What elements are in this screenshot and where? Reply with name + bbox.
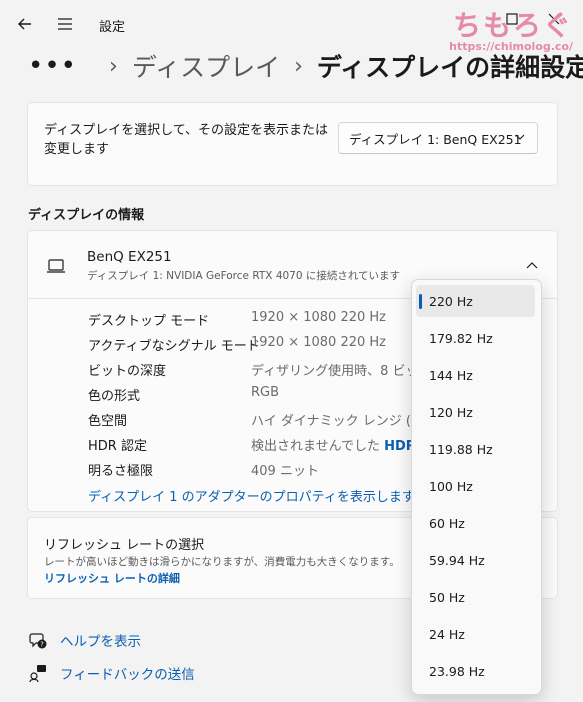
property-value: 検出されませんでした HDR 認 xyxy=(251,435,433,454)
option-label: 220 Hz xyxy=(429,293,473,309)
back-arrow-icon[interactable] xyxy=(15,14,35,34)
svg-text:?: ? xyxy=(40,641,44,649)
laptop-icon xyxy=(47,259,65,273)
option-label: 50 Hz xyxy=(429,589,465,605)
property-label: 色の形式 xyxy=(88,389,141,404)
property-value: RGB xyxy=(251,385,280,400)
refresh-rate-option[interactable]: 23.98 Hz xyxy=(416,655,535,687)
display-select-dropdown[interactable]: ディスプレイ 1: BenQ EX251 xyxy=(338,122,538,154)
property-value: 409 ニット xyxy=(251,464,319,479)
monitor-subtitle: ディスプレイ 1: NVIDIA GeForce RTX 4070 に接続されて… xyxy=(87,270,401,282)
option-label: 119.88 Hz xyxy=(429,441,493,457)
hamburger-menu-icon[interactable] xyxy=(55,14,75,34)
breadcrumb-display[interactable]: ディスプレイ xyxy=(132,48,280,84)
refresh-rate-option[interactable]: 24 Hz xyxy=(416,618,535,650)
refresh-rate-option[interactable]: 60 Hz xyxy=(416,507,535,539)
chevron-right-icon: › xyxy=(109,53,118,79)
selection-indicator xyxy=(419,294,422,309)
refresh-rate-menu: 220 Hz 179.82 Hz 144 Hz 120 Hz 119.88 Hz… xyxy=(411,279,542,695)
refresh-rate-option[interactable]: 50 Hz xyxy=(416,581,535,613)
property-label: 色空間 xyxy=(88,414,128,429)
display-select-value: ディスプレイ 1: BenQ EX251 xyxy=(349,131,522,147)
option-label: 59.94 Hz xyxy=(429,552,485,568)
chevron-up-icon[interactable] xyxy=(526,261,538,269)
title-bar: 設定 ちもろぐ https://chimolog.co/ xyxy=(0,0,583,53)
option-label: 60 Hz xyxy=(429,515,465,531)
help-icon: ? xyxy=(29,633,47,649)
refresh-rate-option[interactable]: 100 Hz xyxy=(416,470,535,502)
chevron-down-icon xyxy=(515,134,525,140)
breadcrumb-overflow-button[interactable]: ••• xyxy=(28,51,77,81)
property-value: 1920 × 1080 220 Hz xyxy=(251,310,387,325)
refresh-rate-details-link[interactable]: リフレッシュ レートの詳細 xyxy=(44,570,180,586)
monitor-name: BenQ EX251 xyxy=(87,249,172,265)
feedback-icon xyxy=(29,665,46,683)
option-label: 120 Hz xyxy=(429,404,473,420)
window-title: 設定 xyxy=(99,20,126,35)
option-label: 100 Hz xyxy=(429,478,473,494)
refresh-rate-option[interactable]: 119.88 Hz xyxy=(416,433,535,465)
option-label: 24 Hz xyxy=(429,626,465,642)
select-display-card: ディスプレイを選択して、その設定を表示または変更します ディスプレイ 1: Be… xyxy=(27,102,558,186)
refresh-rate-title: リフレッシュ レートの選択 xyxy=(44,538,205,553)
property-value: 1920 × 1080 220 Hz xyxy=(251,335,387,350)
option-label: 179.82 Hz xyxy=(429,330,493,346)
refresh-rate-option-selected[interactable]: 220 Hz xyxy=(416,285,535,317)
help-label: ヘルプを表示 xyxy=(60,634,141,650)
property-label: アクティブなシグナル モード xyxy=(88,339,260,354)
chevron-right-icon: › xyxy=(294,53,303,79)
refresh-rate-description: レートが高いほど動きは滑らかになりますが、消費電力も大きくなります。 xyxy=(44,556,400,568)
hdr-status-text: 検出されませんでした xyxy=(251,439,380,454)
refresh-rate-option[interactable]: 179.82 Hz xyxy=(416,322,535,354)
display-info-heading: ディスプレイの情報 xyxy=(28,208,145,223)
refresh-rate-option[interactable]: 120 Hz xyxy=(416,396,535,428)
property-label: デスクトップ モード xyxy=(88,314,210,329)
feedback-link[interactable]: フィードバックの送信 xyxy=(28,662,195,684)
property-label: ビットの深度 xyxy=(88,364,167,379)
refresh-rate-option[interactable]: 59.94 Hz xyxy=(416,544,535,576)
help-link[interactable]: ? ヘルプを表示 xyxy=(28,629,141,651)
option-label: 144 Hz xyxy=(429,367,473,383)
property-label: 明るさ極限 xyxy=(88,464,154,479)
adapter-properties-link[interactable]: ディスプレイ 1 のアダプターのプロパティを表示します xyxy=(88,486,415,505)
property-label: HDR 認定 xyxy=(88,439,147,454)
refresh-rate-option[interactable]: 144 Hz xyxy=(416,359,535,391)
breadcrumb: ••• › ディスプレイ › ディスプレイの詳細設定 xyxy=(28,48,583,84)
watermark-logo: ちもろぐ xyxy=(452,9,573,42)
feedback-label: フィードバックの送信 xyxy=(60,667,195,683)
watermark: ちもろぐ https://chimolog.co/ xyxy=(449,4,573,53)
select-display-description: ディスプレイを選択して、その設定を表示または変更します xyxy=(44,123,329,157)
option-label: 23.98 Hz xyxy=(429,663,485,679)
property-value: ディザリング使用時、8 ビット xyxy=(251,364,432,379)
page-title: ディスプレイの詳細設定 xyxy=(316,53,583,82)
